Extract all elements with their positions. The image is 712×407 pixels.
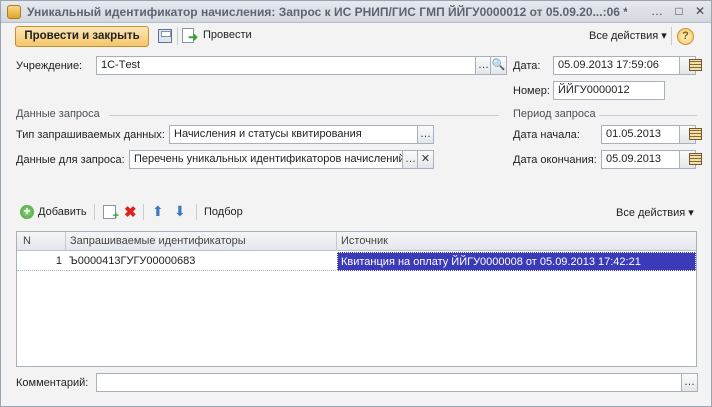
app-icon: [7, 5, 21, 19]
save-icon[interactable]: [158, 29, 172, 43]
toolbar-separator: [196, 204, 197, 220]
identifiers-table[interactable]: N Запрашиваемые идентификаторы Источник …: [16, 231, 697, 367]
period-section-title: Период запроса: [513, 108, 596, 120]
all-actions-label: Все действия: [589, 30, 659, 42]
search-icon[interactable]: 🔍: [490, 56, 507, 75]
number-label: Номер:: [513, 85, 550, 97]
help-icon[interactable]: ?: [677, 28, 694, 45]
row-number: 1: [17, 252, 65, 271]
institution-field[interactable]: 1С-Тest: [96, 56, 476, 75]
column-header-identifiers[interactable]: Запрашиваемые идентификаторы: [70, 235, 246, 247]
document-window: Уникальный идентификатор начисления: Зап…: [0, 0, 712, 407]
source-cell[interactable]: Квитанция на оплату ЙЙГУ0000008 от 05.09…: [337, 252, 696, 271]
window-title: Уникальный идентификатор начисления: Зап…: [27, 5, 627, 19]
delete-icon[interactable]: ✖: [124, 203, 137, 221]
request-data-label: Данные для запроса:: [16, 154, 125, 166]
toolbar-separator: [177, 27, 178, 45]
move-down-icon[interactable]: ⬇: [174, 204, 188, 218]
select-button[interactable]: …: [417, 125, 434, 144]
request-data-section-title: Данные запроса: [16, 108, 100, 120]
title-bar: Уникальный идентификатор начисления: Зап…: [1, 1, 711, 23]
table-header: N Запрашиваемые идентификаторы Источник: [17, 232, 696, 251]
comment-field[interactable]: [96, 373, 682, 392]
start-date-label: Дата начала:: [513, 129, 580, 141]
date-field[interactable]: 05.09.2013 17:59:06: [553, 56, 680, 75]
post-icon[interactable]: ➜: [182, 28, 199, 44]
column-divider[interactable]: [65, 232, 66, 251]
calendar-icon[interactable]: [679, 150, 702, 169]
end-date-field[interactable]: 05.09.2013: [601, 150, 680, 169]
maximize-button[interactable]: □: [671, 4, 687, 19]
number-field[interactable]: ЙЙГУ0000012: [553, 81, 665, 100]
column-divider[interactable]: [336, 232, 337, 251]
toolbar-separator: [143, 204, 144, 220]
calendar-icon[interactable]: [679, 125, 702, 144]
toolbar-separator: [671, 27, 672, 45]
table-row[interactable]: 1 Ъ0000413ГУГУ00000683 Квитанция на опла…: [17, 252, 696, 271]
calendar-icon[interactable]: [679, 56, 702, 75]
clear-icon[interactable]: ✕: [417, 150, 434, 169]
date-label: Дата:: [513, 60, 541, 72]
end-date-label: Дата окончания:: [513, 154, 597, 166]
all-actions-menu[interactable]: Все действия ▾: [589, 29, 667, 42]
section-divider: [109, 115, 499, 116]
all-actions-label: Все действия: [616, 207, 686, 219]
add-icon[interactable]: +: [20, 205, 34, 219]
post-button[interactable]: Провести: [203, 29, 252, 41]
move-up-icon[interactable]: ⬆: [152, 204, 166, 218]
pick-button[interactable]: Подбор: [204, 206, 243, 218]
institution-label: Учреждение:: [16, 60, 83, 72]
main-toolbar: Провести и закрыть ➜ Провести Все действ…: [1, 24, 711, 50]
chevron-down-icon: ▾: [688, 207, 694, 219]
identifier-cell[interactable]: Ъ0000413ГУГУ00000683: [66, 252, 336, 271]
column-header-source[interactable]: Источник: [341, 235, 388, 247]
section-divider: [599, 115, 697, 116]
request-data-field[interactable]: Перечень уникальных идентификаторов начи…: [129, 150, 403, 169]
toolbar-separator: [94, 204, 95, 220]
data-type-field[interactable]: Начисления и статусы квитирования: [169, 125, 418, 144]
start-date-field[interactable]: 01.05.2013: [601, 125, 680, 144]
comment-label: Комментарий:: [16, 377, 89, 389]
column-header-n[interactable]: N: [23, 235, 31, 247]
window-menu-button[interactable]: …: [649, 4, 665, 19]
data-type-label: Тип запрашиваемых данных:: [16, 129, 165, 141]
select-button[interactable]: …: [681, 373, 698, 392]
chevron-down-icon: ▾: [661, 30, 667, 42]
post-and-close-button[interactable]: Провести и закрыть: [15, 26, 149, 47]
grid-all-actions-menu[interactable]: Все действия ▾: [616, 206, 694, 219]
close-button[interactable]: ✕: [692, 4, 708, 19]
add-button[interactable]: Добавить: [38, 206, 87, 218]
copy-icon[interactable]: [103, 205, 119, 222]
